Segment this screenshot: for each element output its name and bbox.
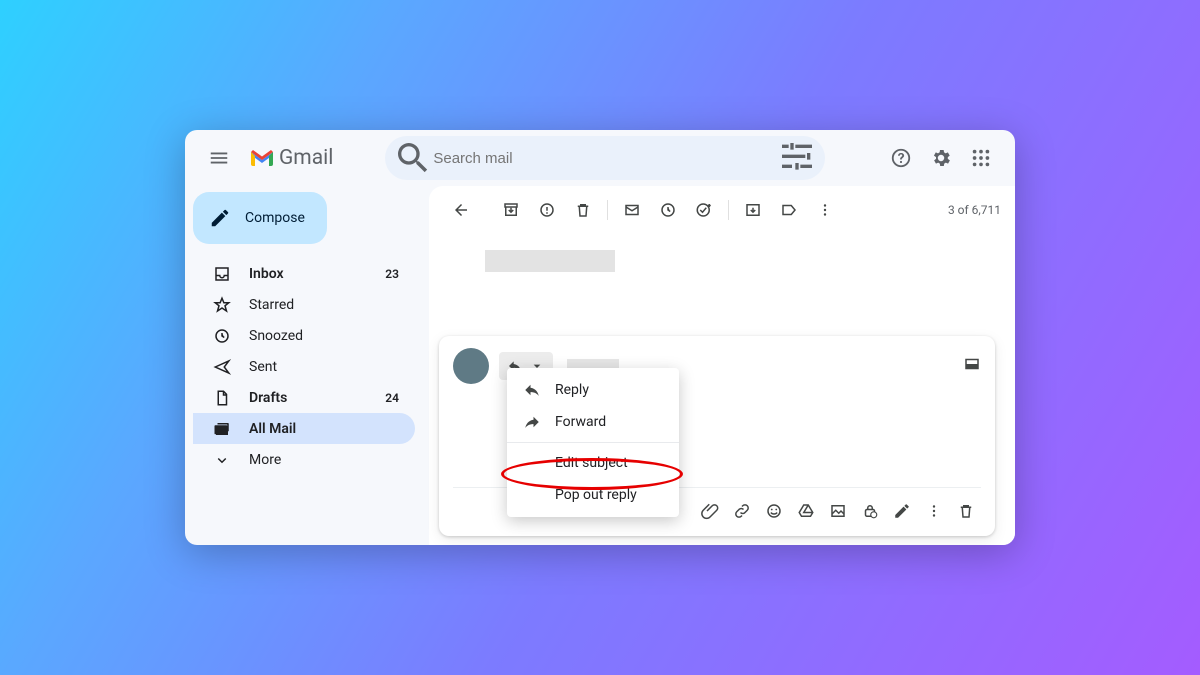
report-spam-icon xyxy=(538,201,556,219)
menu-item-reply[interactable]: Reply xyxy=(507,374,679,406)
support-button[interactable] xyxy=(881,138,921,178)
menu-separator xyxy=(507,442,679,443)
conversation-toolbar: 3 of 6,711 xyxy=(429,186,1015,234)
sidebar-item-starred[interactable]: Starred xyxy=(193,289,415,320)
more-vert-icon xyxy=(816,201,834,219)
arrow-left-icon xyxy=(452,201,470,219)
snooze-button[interactable] xyxy=(650,192,686,228)
inbox-icon xyxy=(213,265,231,283)
apps-grid-icon xyxy=(970,147,992,169)
chevron-down-icon xyxy=(213,451,231,469)
pop-out-icon xyxy=(963,355,981,373)
toolbar-separator xyxy=(607,200,608,220)
gmail-logo[interactable]: Gmail xyxy=(249,146,333,170)
label-icon xyxy=(780,201,798,219)
link-icon xyxy=(733,502,751,520)
add-task-button[interactable] xyxy=(686,192,722,228)
avatar xyxy=(453,348,489,384)
gmail-logo-icon xyxy=(249,148,275,168)
reply-type-menu: Reply Forward Edit subject Pop out reply xyxy=(507,368,679,517)
clock-icon xyxy=(659,201,677,219)
more-button[interactable] xyxy=(807,192,843,228)
forward-icon xyxy=(523,413,541,431)
sidebar-item-snoozed[interactable]: Snoozed xyxy=(193,320,415,351)
gmail-window: Gmail xyxy=(185,130,1015,545)
subject-placeholder xyxy=(485,250,615,272)
discard-button[interactable] xyxy=(951,496,981,526)
move-to-button[interactable] xyxy=(735,192,771,228)
pop-out-button[interactable] xyxy=(963,355,981,377)
toolbar-separator xyxy=(728,200,729,220)
compose-button[interactable]: Compose xyxy=(193,192,327,244)
pen-icon xyxy=(893,502,911,520)
reply-composer: Reply Forward Edit subject Pop out reply xyxy=(439,336,995,536)
apps-button[interactable] xyxy=(961,138,1001,178)
star-icon xyxy=(213,296,231,314)
image-icon xyxy=(829,502,847,520)
sidebar-item-inbox[interactable]: Inbox 23 xyxy=(193,258,415,289)
drive-icon xyxy=(797,502,815,520)
move-to-icon xyxy=(744,201,762,219)
delete-button[interactable] xyxy=(565,192,601,228)
task-icon xyxy=(695,201,713,219)
help-icon xyxy=(890,147,912,169)
header: Gmail xyxy=(185,130,1015,186)
attach-button[interactable] xyxy=(695,496,725,526)
pencil-icon xyxy=(209,207,231,229)
stacked-mail-icon xyxy=(213,420,231,438)
pagination-count: 3 of 6,711 xyxy=(948,203,1001,217)
emoji-icon xyxy=(765,502,783,520)
confidential-button[interactable] xyxy=(855,496,885,526)
lock-clock-icon xyxy=(861,502,879,520)
back-button[interactable] xyxy=(443,192,479,228)
sidebar-item-allmail[interactable]: All Mail xyxy=(193,413,415,444)
link-button[interactable] xyxy=(727,496,757,526)
compose-more-button[interactable] xyxy=(919,496,949,526)
menu-item-pop-out-reply[interactable]: Pop out reply xyxy=(507,479,679,511)
compose-label: Compose xyxy=(245,210,305,226)
tune-icon xyxy=(777,138,817,178)
main-menu-button[interactable] xyxy=(199,138,239,178)
settings-button[interactable] xyxy=(921,138,961,178)
spam-button[interactable] xyxy=(529,192,565,228)
search-options-button[interactable] xyxy=(777,138,817,178)
image-button[interactable] xyxy=(823,496,853,526)
send-icon xyxy=(213,358,231,376)
mark-unread-button[interactable] xyxy=(614,192,650,228)
search-icon xyxy=(393,138,433,178)
archive-button[interactable] xyxy=(493,192,529,228)
signature-button[interactable] xyxy=(887,496,917,526)
sidebar-item-more[interactable]: More xyxy=(193,444,415,475)
menu-item-forward[interactable]: Forward xyxy=(507,406,679,438)
drive-button[interactable] xyxy=(791,496,821,526)
more-vert-icon xyxy=(925,502,943,520)
reply-icon xyxy=(523,381,541,399)
clock-icon xyxy=(213,327,231,345)
sidebar-item-drafts[interactable]: Drafts 24 xyxy=(193,382,415,413)
sidebar-nav: Inbox 23 Starred Snoozed Sent Draf xyxy=(193,258,421,475)
hamburger-icon xyxy=(208,147,230,169)
app-name: Gmail xyxy=(279,146,333,170)
search-input[interactable] xyxy=(433,150,777,167)
body: Compose Inbox 23 Starred Snoozed xyxy=(185,186,1015,545)
gear-icon xyxy=(930,147,952,169)
trash-icon xyxy=(957,502,975,520)
sidebar-item-sent[interactable]: Sent xyxy=(193,351,415,382)
search-bar[interactable] xyxy=(385,136,825,180)
sidebar: Compose Inbox 23 Starred Snoozed xyxy=(185,186,429,545)
archive-icon xyxy=(502,201,520,219)
header-right xyxy=(881,138,1001,178)
labels-button[interactable] xyxy=(771,192,807,228)
trash-icon xyxy=(574,201,592,219)
emoji-button[interactable] xyxy=(759,496,789,526)
mail-icon xyxy=(623,201,641,219)
main-pane: 3 of 6,711 xyxy=(429,186,1015,545)
file-icon xyxy=(213,389,231,407)
menu-item-edit-subject[interactable]: Edit subject xyxy=(507,447,679,479)
paperclip-icon xyxy=(701,502,719,520)
